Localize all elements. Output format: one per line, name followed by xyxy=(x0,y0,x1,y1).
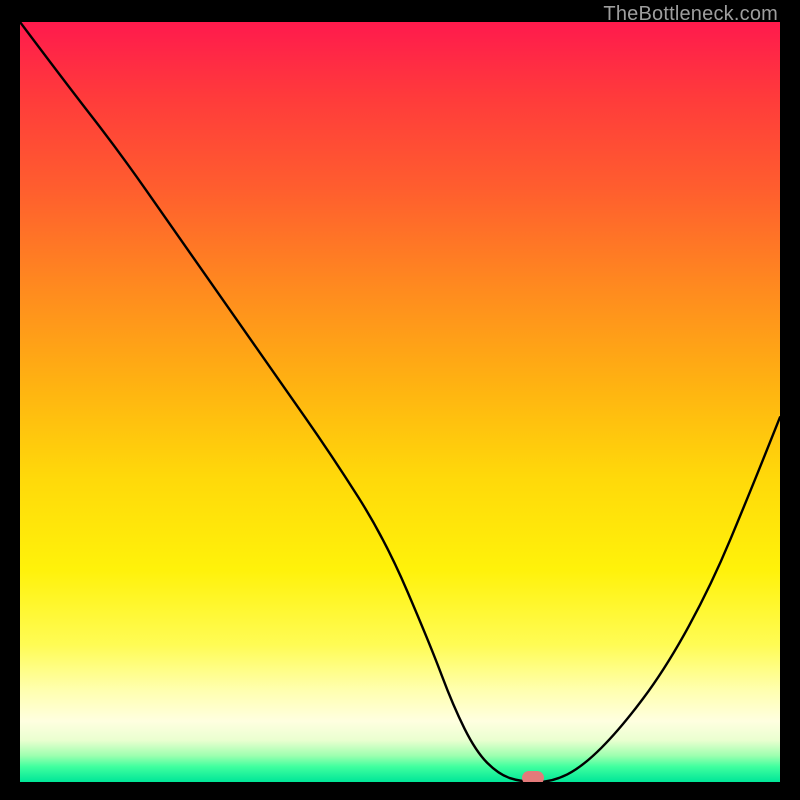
plot-area xyxy=(20,22,780,782)
chart-frame: TheBottleneck.com xyxy=(0,0,800,800)
optimal-point-marker xyxy=(522,771,544,782)
bottleneck-curve xyxy=(20,22,780,782)
